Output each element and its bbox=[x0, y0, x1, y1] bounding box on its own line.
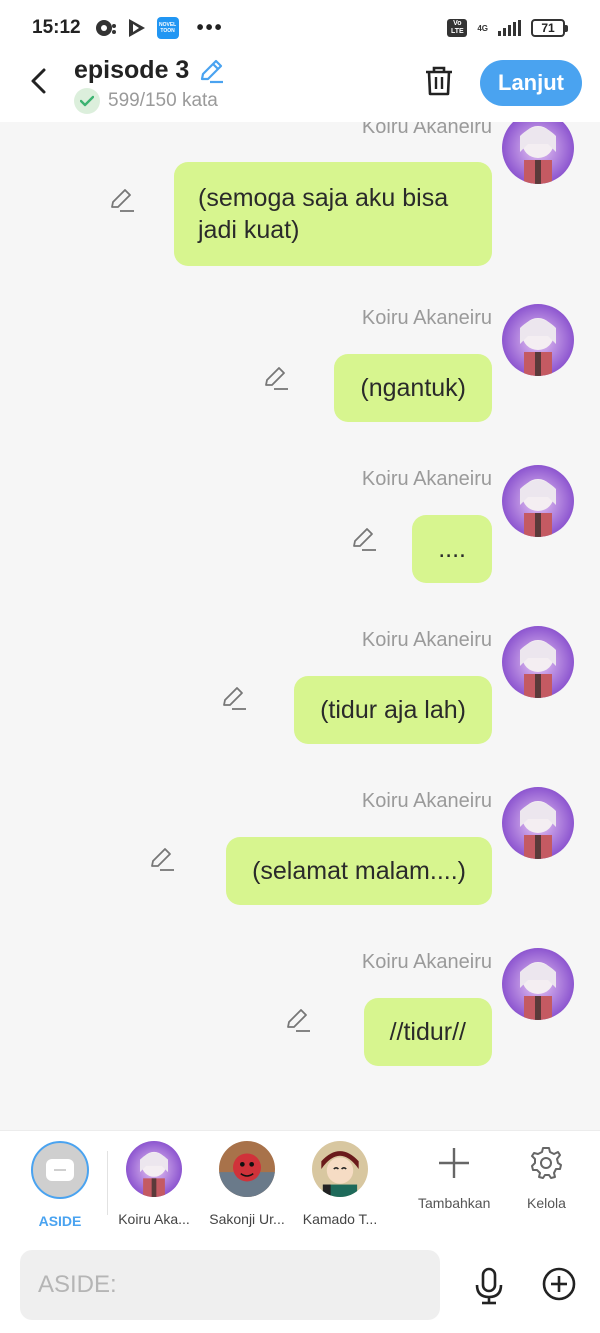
add-character-label: Tambahkan bbox=[418, 1195, 491, 1211]
message-sender: Koiru Akaneiru bbox=[361, 951, 492, 973]
check-icon bbox=[74, 88, 100, 114]
avatar[interactable] bbox=[502, 626, 574, 698]
avatar bbox=[126, 1141, 182, 1197]
character-name: Kamado T... bbox=[302, 1211, 378, 1227]
message-sender: Koiru Akaneiru bbox=[361, 307, 492, 329]
character-sakonji[interactable]: Sakonji Ur... bbox=[202, 1141, 292, 1227]
attach-button[interactable] bbox=[541, 1266, 577, 1302]
character-koiru[interactable]: Koiru Aka... bbox=[109, 1141, 199, 1227]
avatar bbox=[312, 1141, 368, 1197]
edit-message-button[interactable] bbox=[148, 845, 176, 873]
character-kamado[interactable]: Kamado T... bbox=[295, 1141, 385, 1227]
next-button[interactable]: Lanjut bbox=[480, 60, 582, 106]
trash-icon bbox=[426, 66, 452, 96]
pencil-icon bbox=[111, 189, 134, 212]
edit-message-button[interactable] bbox=[284, 1006, 312, 1034]
edit-message-button[interactable] bbox=[108, 186, 136, 214]
message-text-line: jadi kuat) bbox=[198, 216, 300, 244]
network-type-label: 4G bbox=[477, 23, 488, 33]
back-button[interactable] bbox=[24, 66, 52, 96]
chat-area[interactable]: Koiru Akaneiru (semoga saja aku bisa jad… bbox=[0, 122, 600, 1130]
episode-title-row: episode 3 bbox=[74, 56, 225, 85]
word-count-row: 599/150 kata bbox=[74, 88, 218, 114]
character-aside[interactable]: ASIDE bbox=[15, 1141, 105, 1229]
pencil-icon bbox=[287, 1009, 310, 1032]
avatar[interactable] bbox=[502, 122, 574, 184]
message-sender: Koiru Akaneiru bbox=[361, 122, 492, 138]
message-bubble[interactable]: //tidur// bbox=[363, 998, 492, 1066]
character-selector: ASIDE Koiru Aka... Sakonji Ur... Kamado … bbox=[0, 1130, 600, 1238]
voice-input-button[interactable] bbox=[472, 1266, 506, 1306]
pencil-icon bbox=[151, 848, 174, 871]
input-bar bbox=[0, 1238, 600, 1333]
pencil-icon bbox=[265, 367, 288, 390]
aside-icon bbox=[31, 1141, 89, 1199]
message-bubble[interactable]: (selamat malam....) bbox=[226, 837, 492, 905]
edit-message-button[interactable] bbox=[350, 525, 378, 553]
avatar bbox=[219, 1141, 275, 1197]
message-text: .... bbox=[438, 535, 466, 563]
status-time: 15:12 bbox=[32, 17, 81, 38]
message-text: (ngantuk) bbox=[360, 374, 466, 402]
message-bubble[interactable]: (tidur aja lah) bbox=[294, 676, 492, 744]
status-system-icons: Vo LTE 4G 71 bbox=[447, 19, 568, 37]
message-bubble[interactable]: (ngantuk) bbox=[334, 354, 492, 422]
edit-message-button[interactable] bbox=[220, 684, 248, 712]
battery-level: 71 bbox=[531, 19, 565, 37]
manage-characters-label: Kelola bbox=[527, 1195, 566, 1211]
plus-icon bbox=[439, 1148, 470, 1178]
pencil-icon bbox=[223, 687, 246, 710]
volte-icon: Vo LTE bbox=[447, 19, 468, 37]
edit-message-button[interactable] bbox=[262, 364, 290, 392]
battery-icon: 71 bbox=[531, 19, 568, 37]
pencil-icon bbox=[353, 528, 376, 551]
play-store-icon bbox=[127, 18, 147, 38]
avatar[interactable] bbox=[502, 304, 574, 376]
delete-button[interactable] bbox=[422, 64, 456, 98]
message-sender: Koiru Akaneiru bbox=[361, 629, 492, 651]
signal-strength-icon bbox=[498, 20, 521, 36]
chat-notification-icon bbox=[95, 18, 117, 38]
add-circle-icon bbox=[542, 1267, 576, 1301]
word-count: 599/150 kata bbox=[108, 90, 218, 111]
gear-icon bbox=[531, 1147, 563, 1179]
character-name: Koiru Aka... bbox=[118, 1211, 190, 1227]
pencil-icon bbox=[201, 59, 224, 83]
episode-title: episode 3 bbox=[74, 56, 190, 84]
message-sender: Koiru Akaneiru bbox=[361, 468, 492, 490]
message-bubble[interactable]: .... bbox=[412, 515, 492, 583]
message-text-line: (semoga saja aku bisa bbox=[198, 184, 449, 212]
avatar[interactable] bbox=[502, 948, 574, 1020]
manage-characters-button[interactable]: Kelola bbox=[527, 1145, 566, 1211]
message-input[interactable] bbox=[20, 1250, 440, 1320]
message-text: (selamat malam....) bbox=[252, 857, 466, 885]
avatar[interactable] bbox=[502, 465, 574, 537]
microphone-icon bbox=[475, 1267, 503, 1305]
status-bar: 15:12 NOVEL TOON ••• Vo LTE 4G 71 bbox=[0, 0, 600, 56]
avatar[interactable] bbox=[502, 787, 574, 859]
status-notification-icons: NOVEL TOON ••• bbox=[95, 17, 224, 40]
back-arrow-icon bbox=[31, 68, 46, 94]
message-text: (tidur aja lah) bbox=[320, 696, 466, 724]
edit-title-button[interactable] bbox=[197, 57, 225, 85]
novel-toon-app-icon: NOVEL TOON bbox=[156, 17, 179, 39]
message-sender: Koiru Akaneiru bbox=[361, 790, 492, 812]
more-notifications-icon: ••• bbox=[196, 16, 224, 39]
add-character-button[interactable]: Tambahkan bbox=[418, 1145, 490, 1211]
editor-header: episode 3 599/150 kata Lanjut bbox=[0, 56, 600, 122]
message-bubble[interactable]: (semoga saja aku bisa jadi kuat) bbox=[174, 162, 492, 266]
message-text: //tidur// bbox=[389, 1018, 466, 1046]
divider bbox=[107, 1151, 108, 1215]
character-name: Sakonji Ur... bbox=[209, 1211, 285, 1227]
character-name: ASIDE bbox=[38, 1213, 82, 1229]
